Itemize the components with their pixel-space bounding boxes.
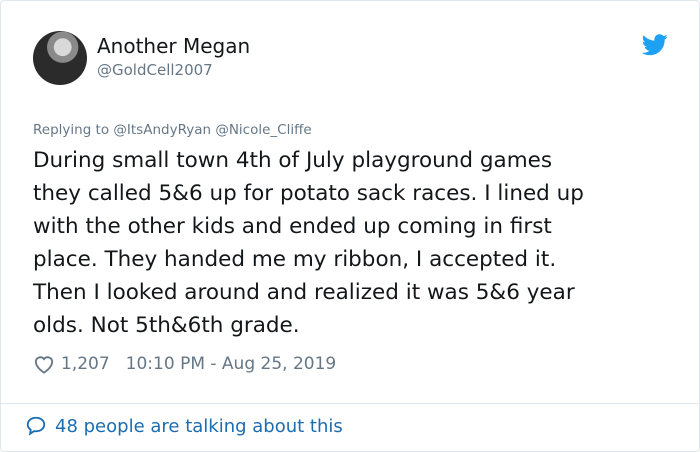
tweet-timestamp[interactable]: 10:10 PM - Aug 25, 2019 (126, 354, 337, 374)
talking-about-link[interactable]: 48 people are talking about this (25, 415, 343, 437)
avatar[interactable] (33, 31, 87, 85)
tweet-line: During small town 4th of July playground… (33, 148, 553, 173)
tweet-line: they called 5&6 up for potato sack races… (33, 181, 584, 206)
heart-icon[interactable] (33, 354, 55, 374)
tweet-line: with the other kids and ended up coming … (33, 214, 552, 239)
tweet-line: Then I looked around and realized it was… (33, 280, 575, 305)
reply-user-link[interactable]: @ItsAndyRyan (113, 122, 211, 138)
reply-user-link[interactable]: @Nicole_Cliffe (215, 122, 311, 138)
replying-to-label: Replying to (33, 122, 110, 138)
tweet-text: During small town 4th of July playground… (33, 144, 673, 342)
tweet-meta: 1,207 10:10 PM - Aug 25, 2019 (33, 351, 336, 377)
tweet-line: place. They handed me my ribbon, I accep… (33, 247, 557, 272)
tweet-card: Another Megan @GoldCell2007 Replying to … (0, 0, 700, 452)
author-display-name[interactable]: Another Megan (97, 34, 250, 58)
tweet-line: olds. Not 5th&6th grade. (33, 313, 300, 338)
twitter-bird-icon[interactable] (642, 34, 668, 56)
speech-bubble-icon (26, 416, 46, 436)
like-count[interactable]: 1,207 (61, 354, 110, 374)
divider (1, 403, 699, 404)
author-handle[interactable]: @GoldCell2007 (97, 61, 213, 79)
replying-to: Replying to @ItsAndyRyan @Nicole_Cliffe (33, 122, 312, 138)
talking-about-label[interactable]: 48 people are talking about this (55, 416, 343, 437)
